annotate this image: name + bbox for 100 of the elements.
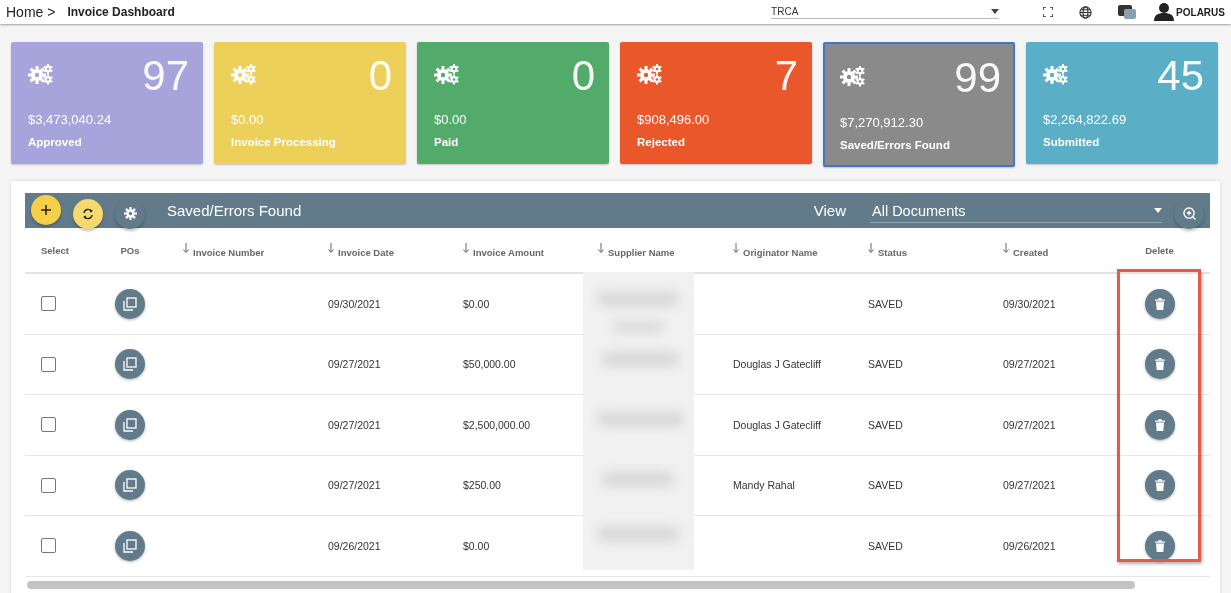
sort-arrow-icon (868, 242, 874, 253)
sort-arrow-icon (183, 242, 189, 253)
row-checkbox[interactable] (41, 538, 56, 554)
card-label: Saved/Errors Found (840, 139, 951, 151)
table-cell: SAVED (868, 479, 903, 492)
copy-button[interactable] (115, 409, 145, 440)
sort-arrow-icon (733, 242, 739, 253)
table-cell: 09/30/2021 (1003, 297, 1056, 310)
view-select[interactable]: All Documents (870, 202, 1162, 223)
row-checkbox[interactable] (41, 356, 56, 372)
card-count: 0 (368, 56, 392, 96)
table-cell: 09/27/2021 (328, 358, 381, 371)
table-cell: SAVED (868, 418, 903, 431)
refresh-icon (82, 207, 94, 220)
gears-icon (840, 65, 866, 87)
company-select[interactable]: TRCA (771, 5, 1000, 19)
table-cell: SAVED (868, 539, 903, 552)
gears-icon (231, 63, 257, 85)
copy-button[interactable] (115, 470, 145, 501)
table-cell: 09/27/2021 (328, 418, 381, 431)
table-cell: 09/27/2021 (1003, 358, 1056, 371)
copy-button[interactable] (115, 349, 145, 380)
card-label: Invoice Processing (231, 136, 337, 148)
table-cell: 09/27/2021 (1003, 479, 1056, 492)
delete-button[interactable] (1144, 349, 1175, 380)
trash-icon (1154, 479, 1165, 492)
breadcrumb-link[interactable]: Home > (6, 4, 56, 20)
card-count: 99 (954, 58, 1001, 98)
table-cell: 09/26/2021 (328, 539, 381, 552)
row-checkbox[interactable] (41, 296, 56, 312)
table-cell: 09/27/2021 (328, 479, 381, 492)
table-cell: 09/26/2021 (1003, 539, 1056, 552)
table-cell: $0.00 (463, 297, 490, 310)
delete-button[interactable] (1144, 530, 1175, 561)
table-cell: 09/27/2021 (1003, 418, 1056, 431)
table-cell: SAVED (868, 358, 903, 371)
column-header[interactable]: Originator Name (733, 242, 818, 258)
user-menu[interactable]: POLARUS (1154, 3, 1225, 21)
zoom-in-button[interactable] (1174, 198, 1204, 229)
card-label: Submitted (1043, 136, 1101, 148)
sort-arrow-icon (463, 242, 469, 253)
user-icon (1154, 3, 1175, 21)
table-cell: SAVED (868, 297, 903, 310)
column-header[interactable]: Invoice Amount (463, 242, 544, 258)
copy-icon (123, 357, 137, 372)
gears-icon (1043, 63, 1069, 85)
card-label: Rejected (637, 136, 686, 148)
fullscreen-icon[interactable] (1043, 7, 1054, 17)
card-count: 7 (774, 56, 798, 96)
table-cell: 09/30/2021 (328, 297, 381, 310)
copy-button[interactable] (115, 530, 145, 561)
card-amount: $0.00 (434, 112, 468, 127)
page-title: Invoice Dashboard (67, 5, 175, 19)
card-label: Approved (28, 136, 83, 148)
trash-icon (1154, 297, 1165, 310)
card-count: 0 (571, 56, 595, 96)
status-card[interactable]: 7 $908,496.00 Rejected (620, 42, 812, 164)
chat-icon[interactable] (1118, 5, 1137, 19)
globe-icon[interactable] (1079, 5, 1093, 19)
dropdown-arrow-icon (1154, 208, 1162, 213)
table-cell: $250.00 (463, 479, 501, 492)
settings-icon (123, 207, 137, 220)
toolbar-title: Saved/Errors Found (167, 202, 302, 219)
plus-icon (41, 204, 51, 215)
card-count: 97 (142, 56, 189, 96)
card-label: Paid (434, 136, 460, 148)
copy-button[interactable] (115, 288, 145, 319)
zoom-in-icon (1182, 207, 1196, 220)
column-header[interactable]: Invoice Number (183, 242, 265, 258)
table-cell: $50,000.00 (463, 358, 516, 371)
delete-button[interactable] (1144, 470, 1175, 501)
table-cell: Douglas J Gatecliff (733, 358, 821, 371)
card-amount: $7,270,912.30 (840, 115, 925, 130)
delete-button[interactable] (1144, 409, 1175, 440)
dropdown-arrow-icon (991, 8, 1000, 14)
column-header[interactable]: Invoice Date (328, 242, 394, 258)
gears-icon (637, 63, 663, 85)
row-checkbox[interactable] (41, 417, 56, 433)
trash-icon (1154, 358, 1165, 371)
card-amount: $2,264,822.69 (1043, 112, 1128, 127)
column-header[interactable]: Supplier Name (598, 242, 675, 258)
column-header[interactable]: Created (1003, 242, 1049, 258)
row-checkbox[interactable] (41, 477, 56, 493)
gears-icon (434, 63, 460, 85)
card-amount: $0.00 (231, 112, 265, 127)
delete-button[interactable] (1144, 288, 1175, 319)
table-cell: Mandy Rahal (733, 479, 795, 492)
column-header: Delete (1145, 244, 1174, 256)
sort-arrow-icon (598, 242, 604, 253)
copy-icon (123, 478, 137, 493)
card-amount: $3,473,040.24 (28, 112, 113, 127)
status-card[interactable]: 99 $7,270,912.30 Saved/Errors Found (823, 42, 1015, 167)
card-amount: $908,496.00 (637, 112, 711, 127)
table-cell: Douglas J Gatecliff (733, 418, 821, 431)
column-header[interactable]: Status (868, 242, 908, 258)
view-label: View (813, 202, 846, 219)
table-cell: $2,500,000.00 (463, 418, 531, 431)
add-button[interactable] (31, 194, 61, 225)
refresh-button[interactable] (73, 198, 103, 229)
settings-button[interactable] (115, 198, 145, 229)
